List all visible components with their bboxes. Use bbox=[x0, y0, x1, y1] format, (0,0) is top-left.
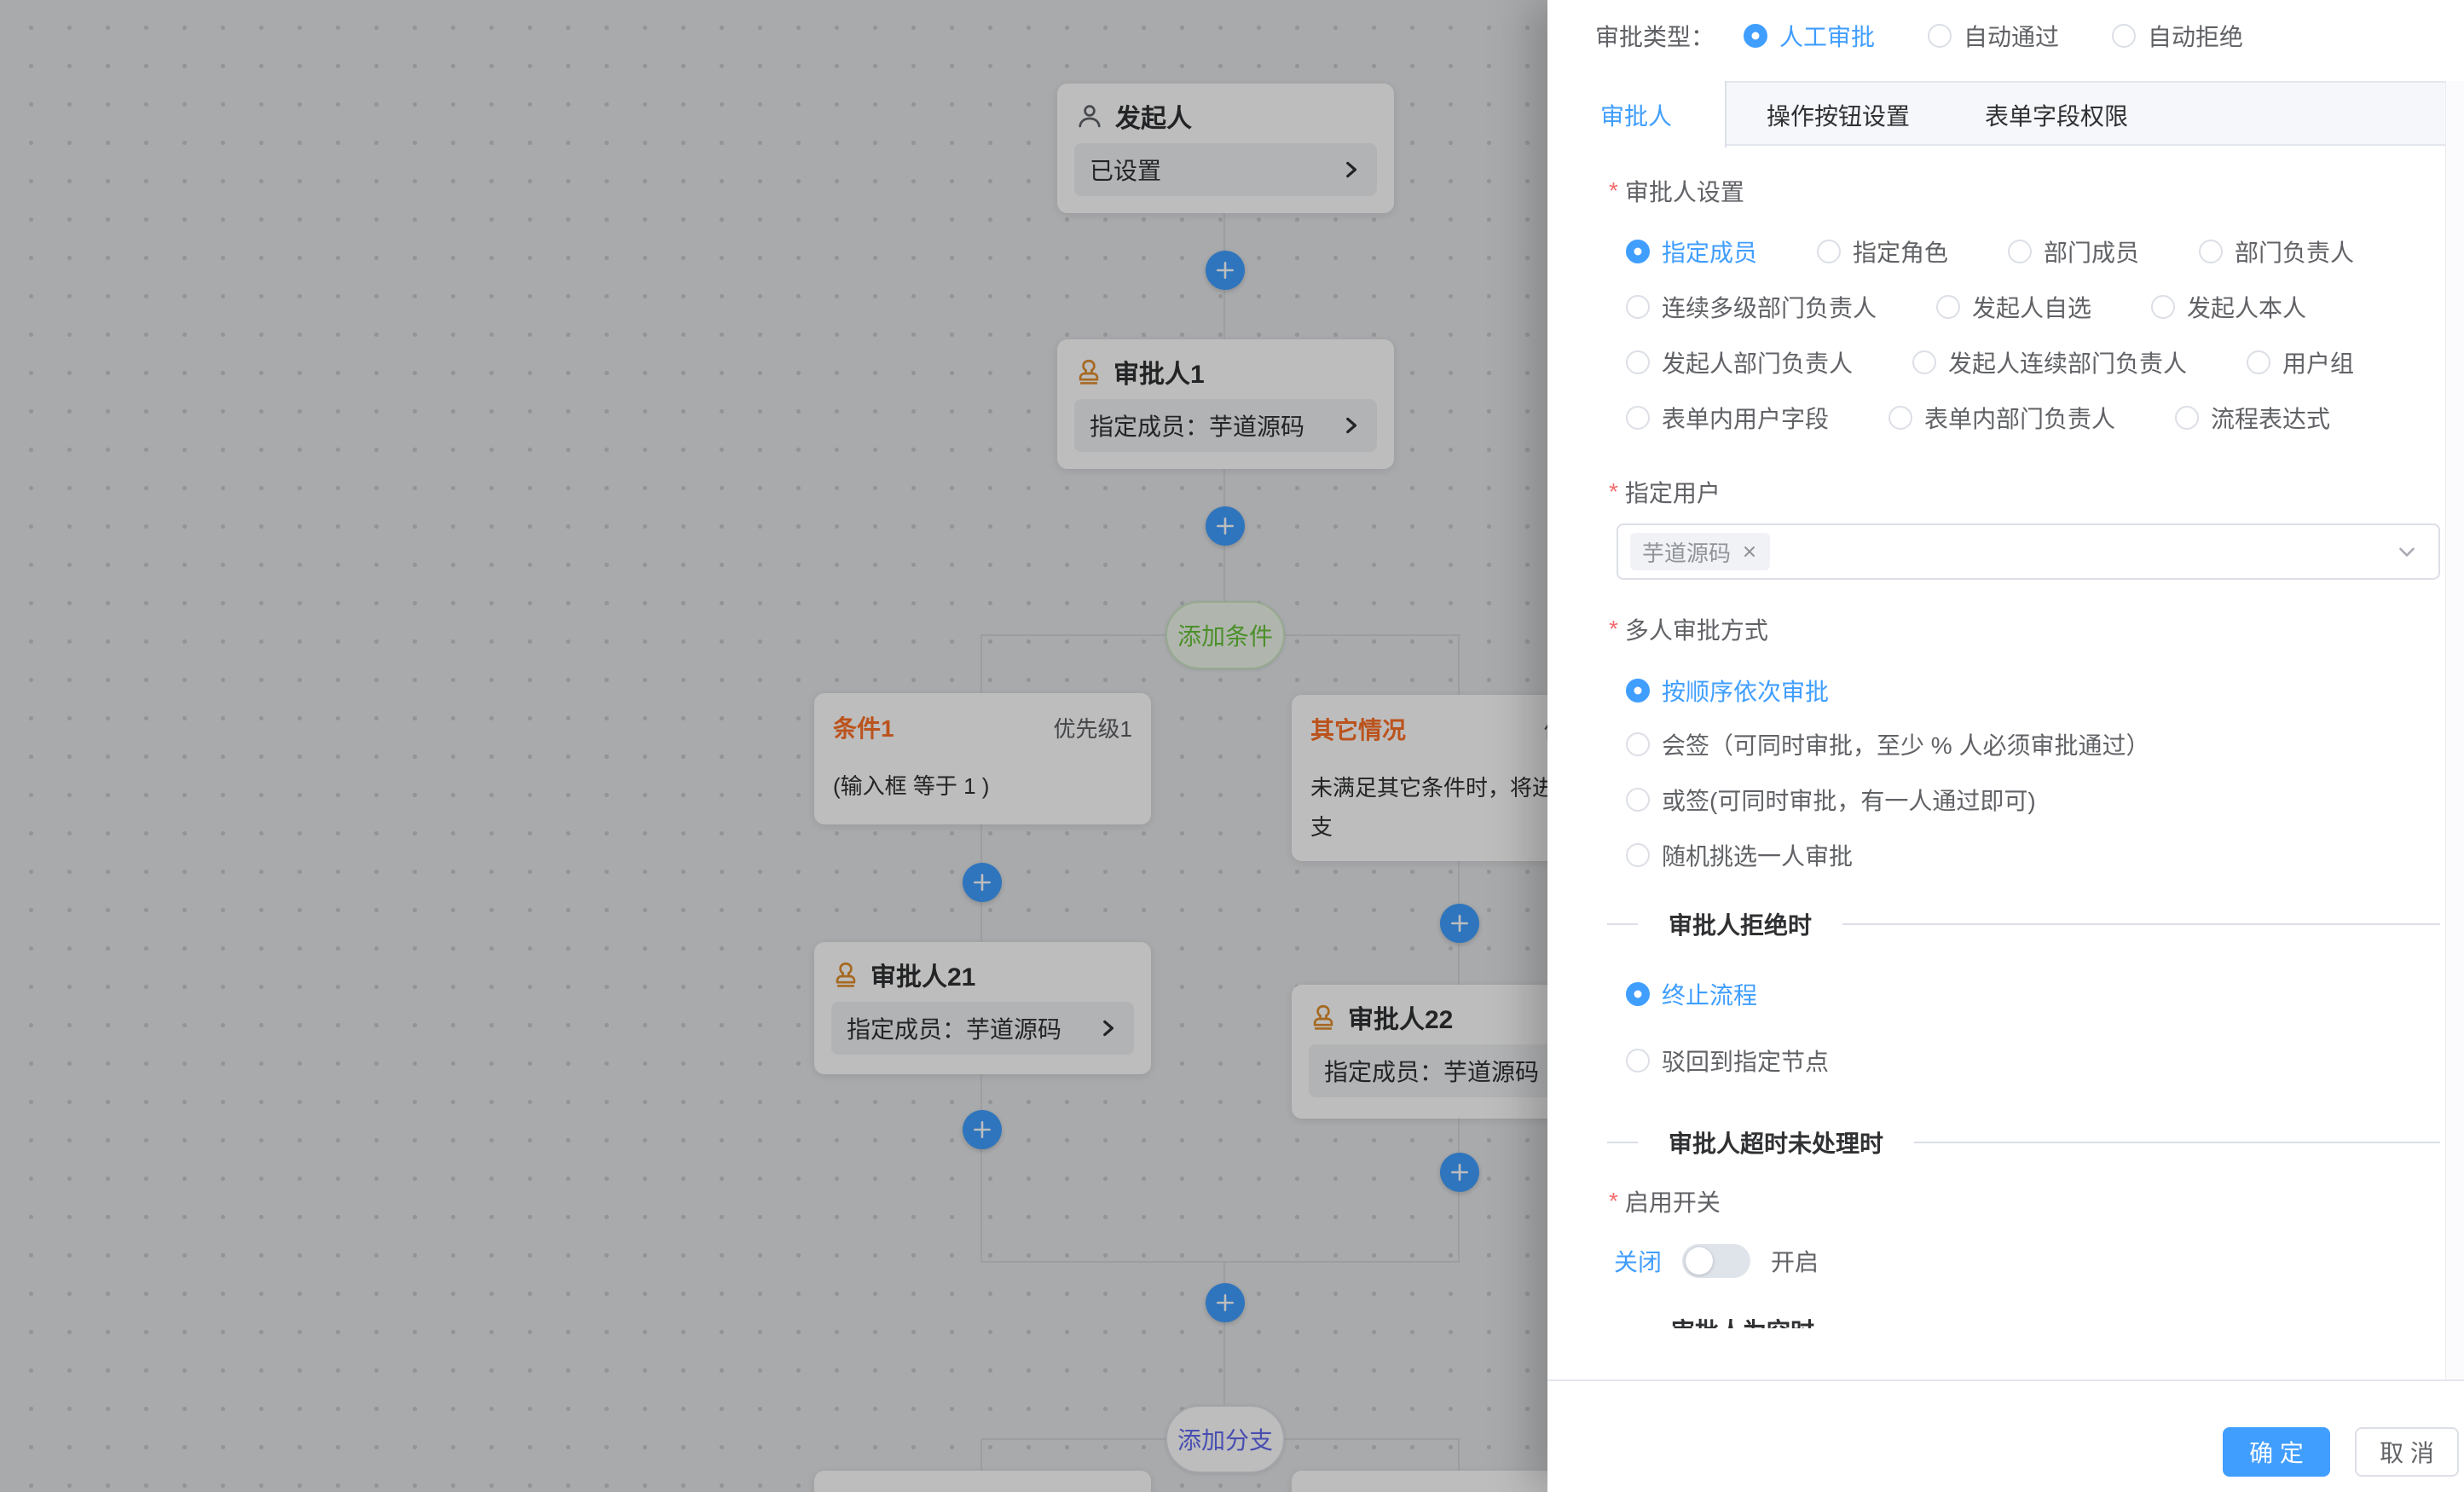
radio-initiator-select[interactable]: 发起人自选 bbox=[1936, 290, 2091, 324]
radio-icon bbox=[1936, 295, 1960, 319]
radio-manual-approval[interactable]: 人工审批 bbox=[1744, 19, 1875, 53]
approver-setting-label: 审批人设置 bbox=[1609, 176, 1744, 206]
radio-user-group[interactable]: 用户组 bbox=[2247, 345, 2354, 379]
radio-or-sign[interactable]: 或签(可同时审批，有一人通过即可) bbox=[1626, 783, 2036, 817]
radio-initiator-self[interactable]: 发起人本人 bbox=[2151, 290, 2306, 324]
reject-section-divider: 审批人拒绝时 bbox=[1607, 911, 2440, 938]
radio-dept-member[interactable]: 部门成员 bbox=[2008, 234, 2139, 269]
radio-return-to-node[interactable]: 驳回到指定节点 bbox=[1626, 1044, 1829, 1078]
settings-tabs: 审批人 操作按钮设置 表单字段权限 bbox=[1547, 81, 2445, 146]
empty-section-clipped: 审批人为空时 bbox=[1607, 1313, 2033, 1328]
divider-line bbox=[1914, 1142, 2440, 1143]
approval-settings-drawer: 审批类型： 人工审批 自动通过 自动拒绝 审批人 操作按钮设置 bbox=[1547, 0, 2464, 1492]
approver-setting-row: 表单内用户字段 表单内部门负责人 流程表达式 bbox=[1626, 401, 2330, 435]
radio-icon bbox=[2008, 240, 2032, 263]
radio-icon bbox=[2175, 406, 2199, 430]
radio-icon bbox=[1626, 295, 1650, 319]
divider-line bbox=[1607, 923, 1638, 925]
enable-toggle[interactable] bbox=[1682, 1244, 1750, 1278]
divider-line bbox=[1607, 1142, 1638, 1143]
footer-divider bbox=[1547, 1379, 2464, 1381]
radio-icon bbox=[1626, 350, 1650, 374]
confirm-button[interactable]: 确 定 bbox=[2223, 1427, 2330, 1477]
radio-assigned-role[interactable]: 指定角色 bbox=[1817, 234, 1948, 269]
assigned-user-label: 指定用户 bbox=[1609, 477, 1721, 507]
radio-initiator-multi-dept-leader[interactable]: 发起人连续部门负责人 bbox=[1912, 345, 2187, 379]
switch-off-label: 关闭 bbox=[1614, 1244, 1662, 1278]
reject-section-title: 审批人拒绝时 bbox=[1669, 907, 1812, 941]
radio-icon bbox=[2199, 240, 2223, 263]
approver-setting-row: 连续多级部门负责人 发起人自选 发起人本人 bbox=[1626, 290, 2306, 324]
radio-icon bbox=[1626, 732, 1650, 756]
chevron-down-icon bbox=[2396, 541, 2418, 563]
tab-action-buttons[interactable]: 操作按钮设置 bbox=[1727, 83, 1950, 147]
switch-on-label: 开启 bbox=[1771, 1244, 1819, 1278]
radio-terminate-process[interactable]: 终止流程 bbox=[1626, 977, 1757, 1011]
tab-approver[interactable]: 审批人 bbox=[1547, 81, 1727, 147]
reject-option: 终止流程 bbox=[1626, 977, 1757, 1011]
radio-icon bbox=[1744, 24, 1767, 48]
enable-switch-label: 启用开关 bbox=[1609, 1186, 1721, 1217]
radio-icon bbox=[1626, 982, 1650, 1006]
multi-approve-label: 多人审批方式 bbox=[1609, 614, 1768, 645]
radio-dept-leader[interactable]: 部门负责人 bbox=[2199, 234, 2354, 269]
radio-icon bbox=[1912, 350, 1936, 374]
tab-form-field-permission[interactable]: 表单字段权限 bbox=[1950, 83, 2163, 147]
timeout-section-title: 审批人超时未处理时 bbox=[1669, 1125, 1883, 1159]
multi-approve-option: 按顺序依次审批 bbox=[1626, 674, 1829, 708]
approve-type-label: 审批类型： bbox=[1595, 19, 1715, 53]
selected-user-tag: 芋道源码 bbox=[1630, 533, 1770, 570]
radio-icon bbox=[2112, 24, 2136, 48]
radio-icon bbox=[1626, 788, 1650, 812]
drawer-scrollbar[interactable] bbox=[2445, 81, 2464, 1379]
timeout-section-divider: 审批人超时未处理时 bbox=[1607, 1129, 2440, 1156]
radio-countersign[interactable]: 会签（可同时审批，至少 % 人必须审批通过） bbox=[1626, 727, 2149, 761]
radio-icon bbox=[1626, 679, 1650, 703]
approver-setting-row: 发起人部门负责人 发起人连续部门负责人 用户组 bbox=[1626, 345, 2354, 379]
radio-icon bbox=[1626, 240, 1650, 263]
radio-process-expression[interactable]: 流程表达式 bbox=[2175, 401, 2330, 435]
empty-section-title: 审批人为空时 bbox=[1671, 1318, 1814, 1328]
radio-icon bbox=[2151, 295, 2175, 319]
radio-auto-pass[interactable]: 自动通过 bbox=[1928, 19, 2059, 53]
multi-approve-option: 或签(可同时审批，有一人通过即可) bbox=[1626, 783, 2036, 817]
radio-icon bbox=[1626, 843, 1650, 867]
radio-form-user-field[interactable]: 表单内用户字段 bbox=[1626, 401, 1829, 435]
multi-approve-option: 随机挑选一人审批 bbox=[1626, 838, 1853, 872]
approve-type-row: 审批类型： 人工审批 自动通过 自动拒绝 bbox=[1595, 17, 2243, 55]
radio-icon bbox=[2247, 350, 2270, 374]
divider-line bbox=[1842, 923, 2440, 925]
reject-option: 驳回到指定节点 bbox=[1626, 1044, 1829, 1078]
radio-icon bbox=[1888, 406, 1912, 430]
toggle-knob bbox=[1686, 1247, 1713, 1275]
radio-icon bbox=[1928, 24, 1952, 48]
radio-multi-level-dept-leader[interactable]: 连续多级部门负责人 bbox=[1626, 290, 1877, 324]
approver-setting-row: 指定成员 指定角色 部门成员 部门负责人 bbox=[1626, 234, 2354, 269]
radio-initiator-dept-leader[interactable]: 发起人部门负责人 bbox=[1626, 345, 1853, 379]
assigned-user-select[interactable]: 芋道源码 bbox=[1617, 523, 2440, 580]
approval-flow-designer: 发起人 已设置 审批人1 bbox=[0, 0, 2464, 1492]
radio-random-one[interactable]: 随机挑选一人审批 bbox=[1626, 838, 1853, 872]
tag-close-icon[interactable] bbox=[1741, 543, 1758, 560]
cancel-button[interactable]: 取 消 bbox=[2355, 1427, 2459, 1477]
radio-icon bbox=[1626, 406, 1650, 430]
radio-assigned-member[interactable]: 指定成员 bbox=[1626, 234, 1757, 269]
radio-icon bbox=[1626, 1049, 1650, 1073]
radio-form-dept-leader[interactable]: 表单内部门负责人 bbox=[1888, 401, 2115, 435]
radio-sequential-approve[interactable]: 按顺序依次审批 bbox=[1626, 674, 1829, 708]
radio-auto-reject[interactable]: 自动拒绝 bbox=[2112, 19, 2243, 53]
multi-approve-option: 会签（可同时审批，至少 % 人必须审批通过） bbox=[1626, 727, 2149, 761]
enable-switch-row: 关闭 开启 bbox=[1614, 1240, 1819, 1281]
radio-icon bbox=[1817, 240, 1841, 263]
